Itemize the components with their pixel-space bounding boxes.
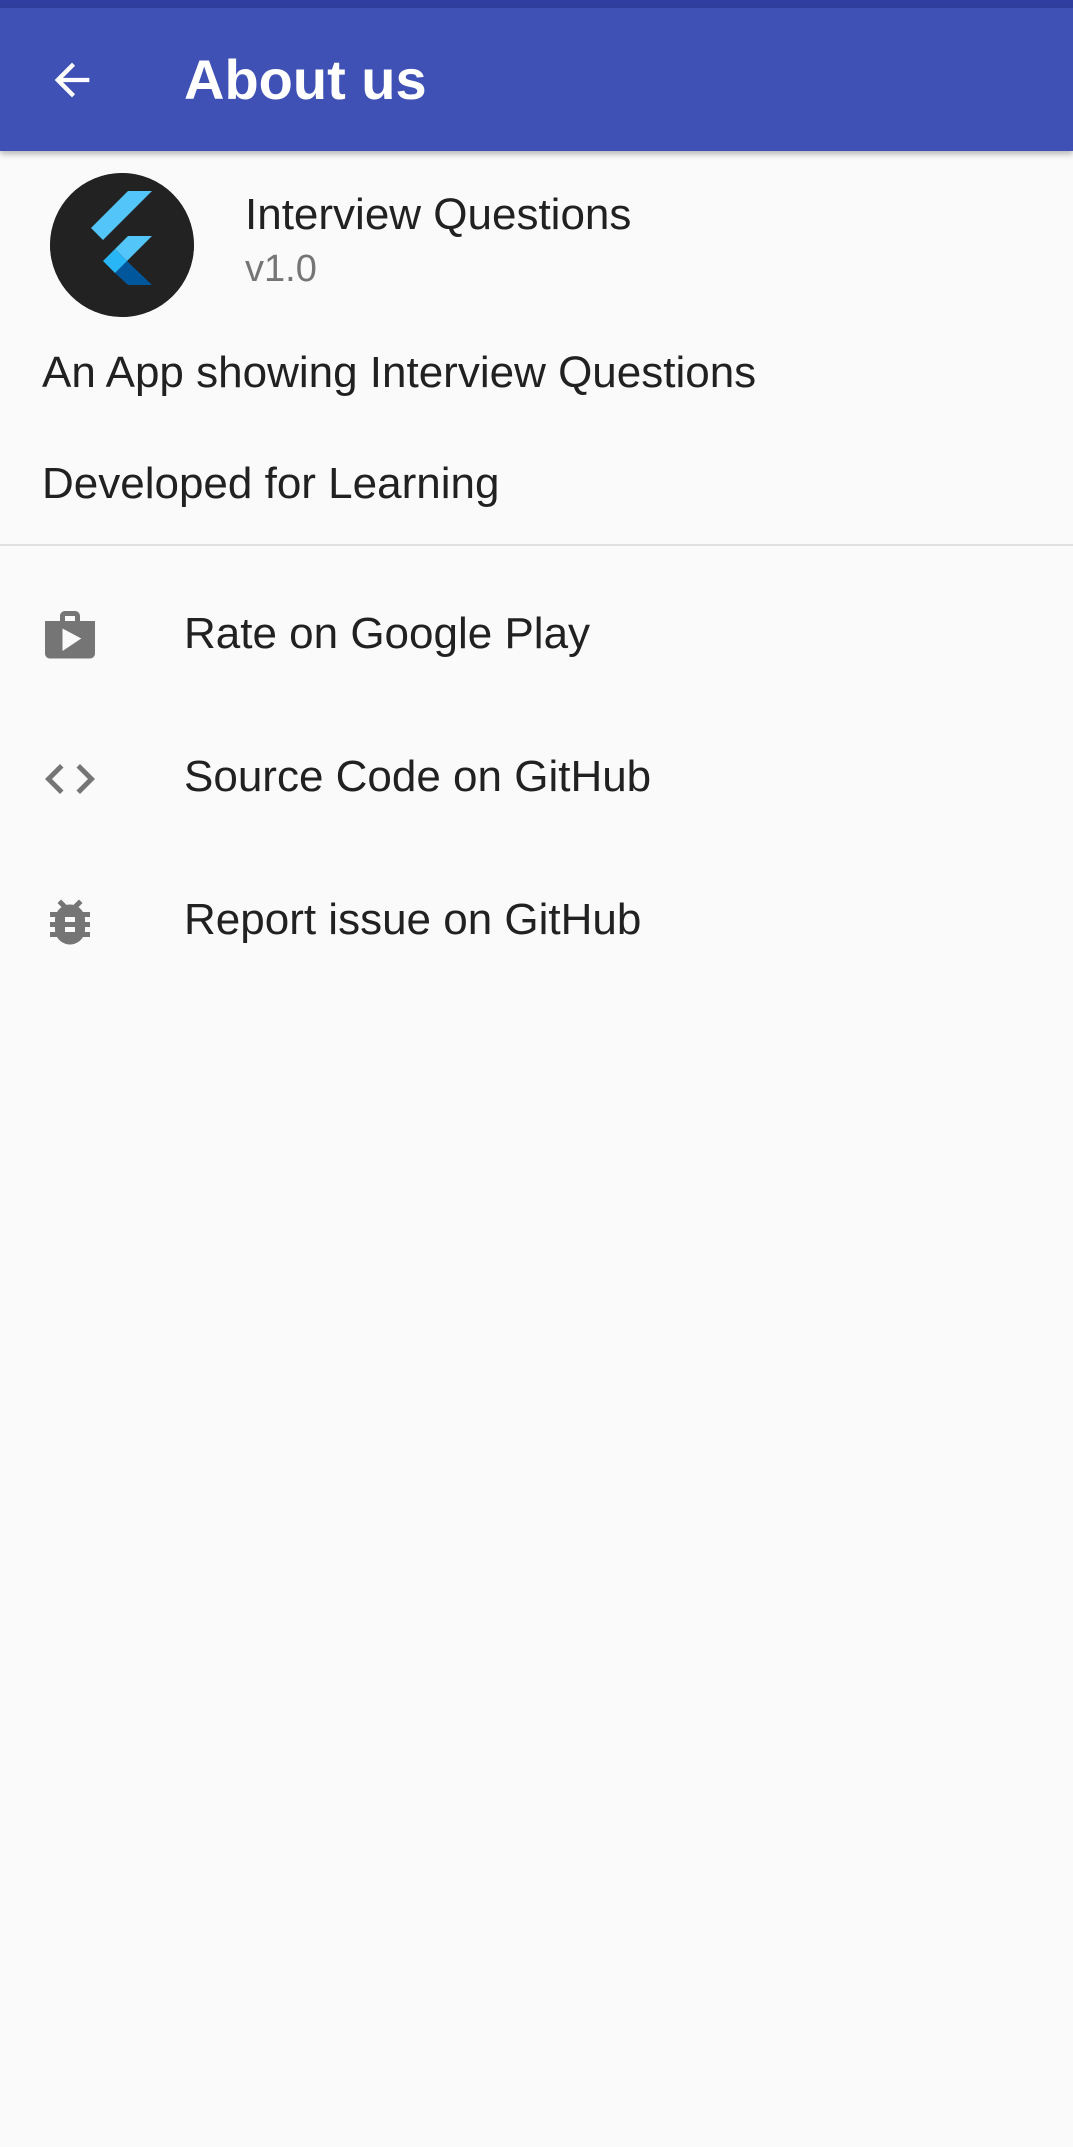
divider <box>0 544 1073 546</box>
bug-icon <box>40 892 100 952</box>
code-icon <box>40 749 100 809</box>
app-bar: About us <box>0 8 1073 151</box>
google-play-shop-icon <box>40 606 100 666</box>
developed-note: Developed for Learning <box>42 459 500 508</box>
menu-item-label: Report issue on GitHub <box>184 895 642 944</box>
page-title: About us <box>184 48 427 111</box>
app-name: Interview Questions <box>245 190 632 239</box>
status-bar <box>0 0 1073 8</box>
app-info-header: Interview Questions v1.0 An App showing … <box>0 151 1073 544</box>
menu-item-label: Rate on Google Play <box>184 609 591 658</box>
about-menu-list: Rate on Google Play Source Code on GitHu… <box>0 564 1073 993</box>
arrow-back-icon <box>54 62 90 98</box>
source-code-on-github-item[interactable]: Source Code on GitHub <box>0 707 1073 850</box>
app-version: v1.0 <box>245 248 317 290</box>
rate-on-google-play-item[interactable]: Rate on Google Play <box>0 564 1073 707</box>
report-issue-on-github-item[interactable]: Report issue on GitHub <box>0 850 1073 993</box>
menu-item-label: Source Code on GitHub <box>184 752 652 801</box>
app-description: An App showing Interview Questions <box>42 348 757 397</box>
flutter-logo-icon <box>50 173 194 317</box>
back-button[interactable] <box>30 38 114 122</box>
